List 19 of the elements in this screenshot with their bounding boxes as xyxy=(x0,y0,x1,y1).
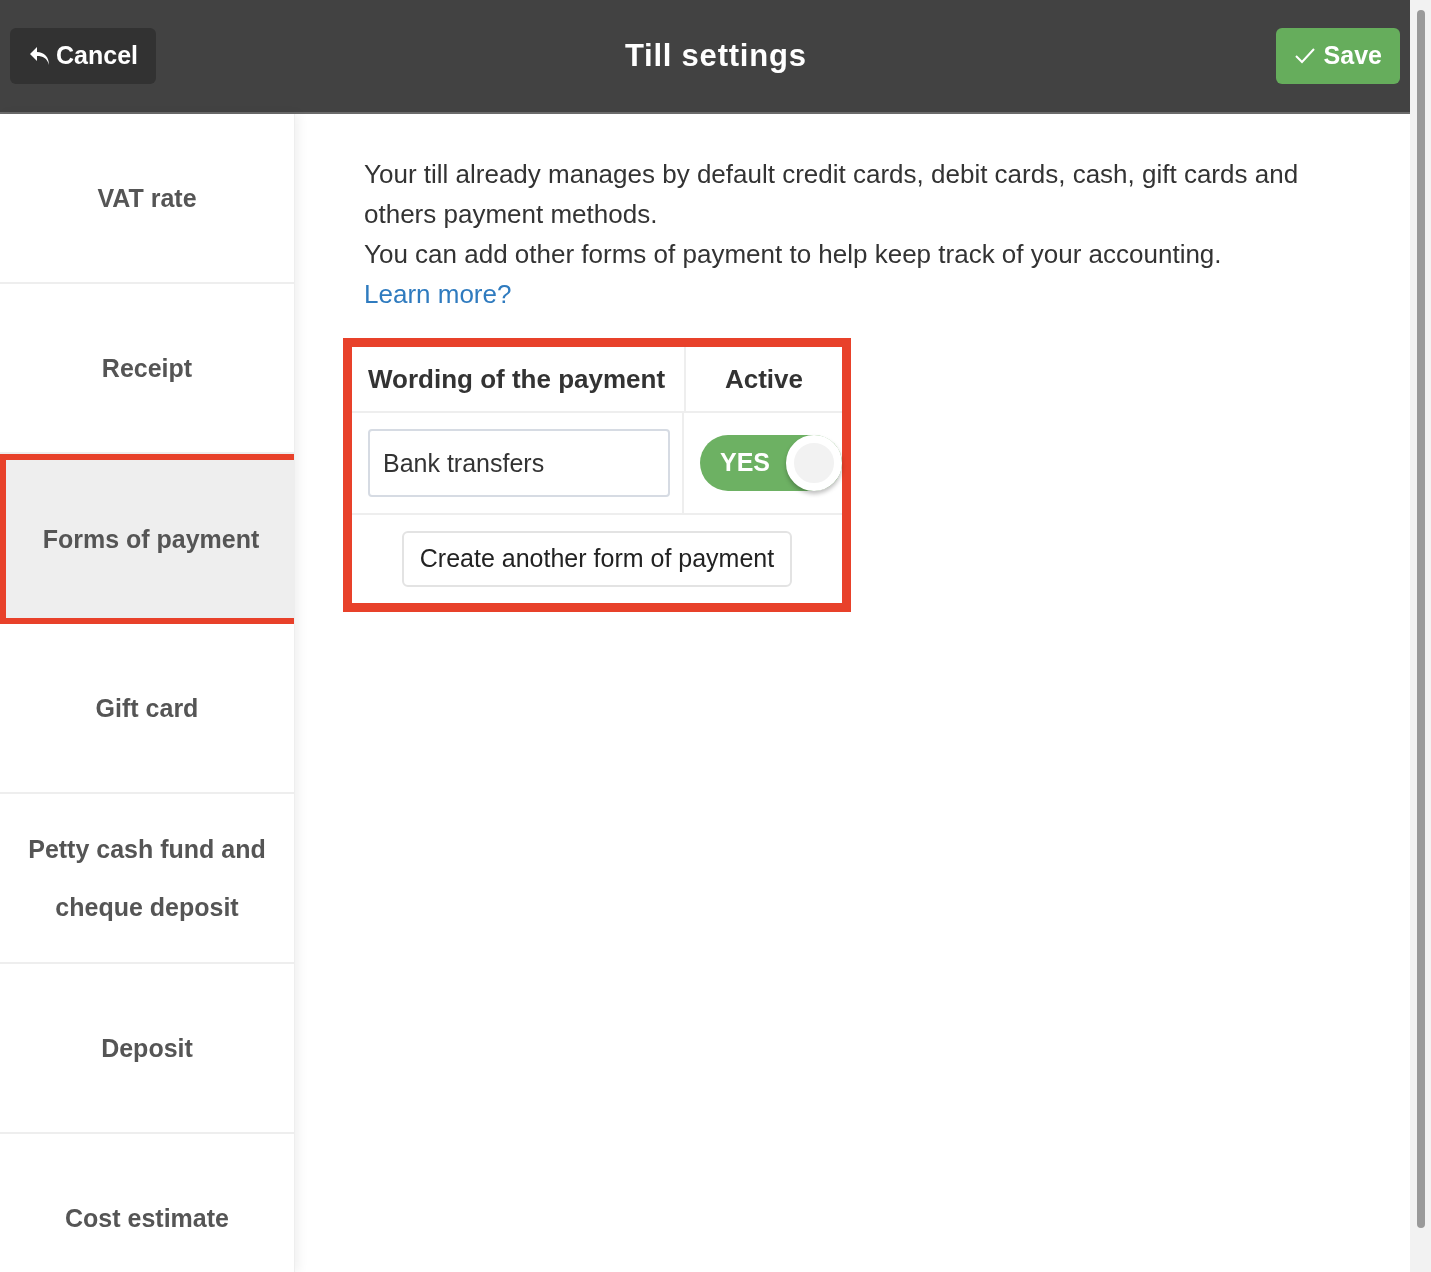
sidebar-item[interactable]: Deposit xyxy=(0,964,294,1134)
payment-name-field[interactable]: Bank transfers xyxy=(368,429,670,497)
checkmark-icon xyxy=(1293,47,1316,65)
intro-text: Your till already manages by default credit cards, debit cards, cash, gift cards and others payment methods. xyxy=(364,158,1300,231)
cancel-button[interactable]: Cancel xyxy=(10,28,156,84)
sidebar-item[interactable]: Cost estimate xyxy=(0,1134,294,1272)
undo-arrow-icon xyxy=(28,45,52,67)
sidebar-item[interactable]: Forms of payment xyxy=(0,454,294,624)
window-title: Till settings xyxy=(624,36,807,75)
sidebar-item[interactable]: Petty cash fund and cheque deposit xyxy=(0,794,294,964)
sidebar-item[interactable]: VAT rate xyxy=(0,114,294,284)
column-header: Wording of the payment xyxy=(352,347,686,411)
column-header: Active xyxy=(723,362,804,396)
sidebar-item[interactable]: Gift card xyxy=(0,624,294,794)
learn-more-link[interactable]: Learn more? xyxy=(364,279,512,309)
scrollbar-thumb[interactable] xyxy=(1416,10,1425,1228)
intro-text: You can add other forms of payment to help keep track of your accounting. xyxy=(364,238,1223,271)
sidebar-item[interactable]: Receipt xyxy=(0,284,294,454)
add-payment-button[interactable]: Create another form of payment xyxy=(401,531,793,587)
